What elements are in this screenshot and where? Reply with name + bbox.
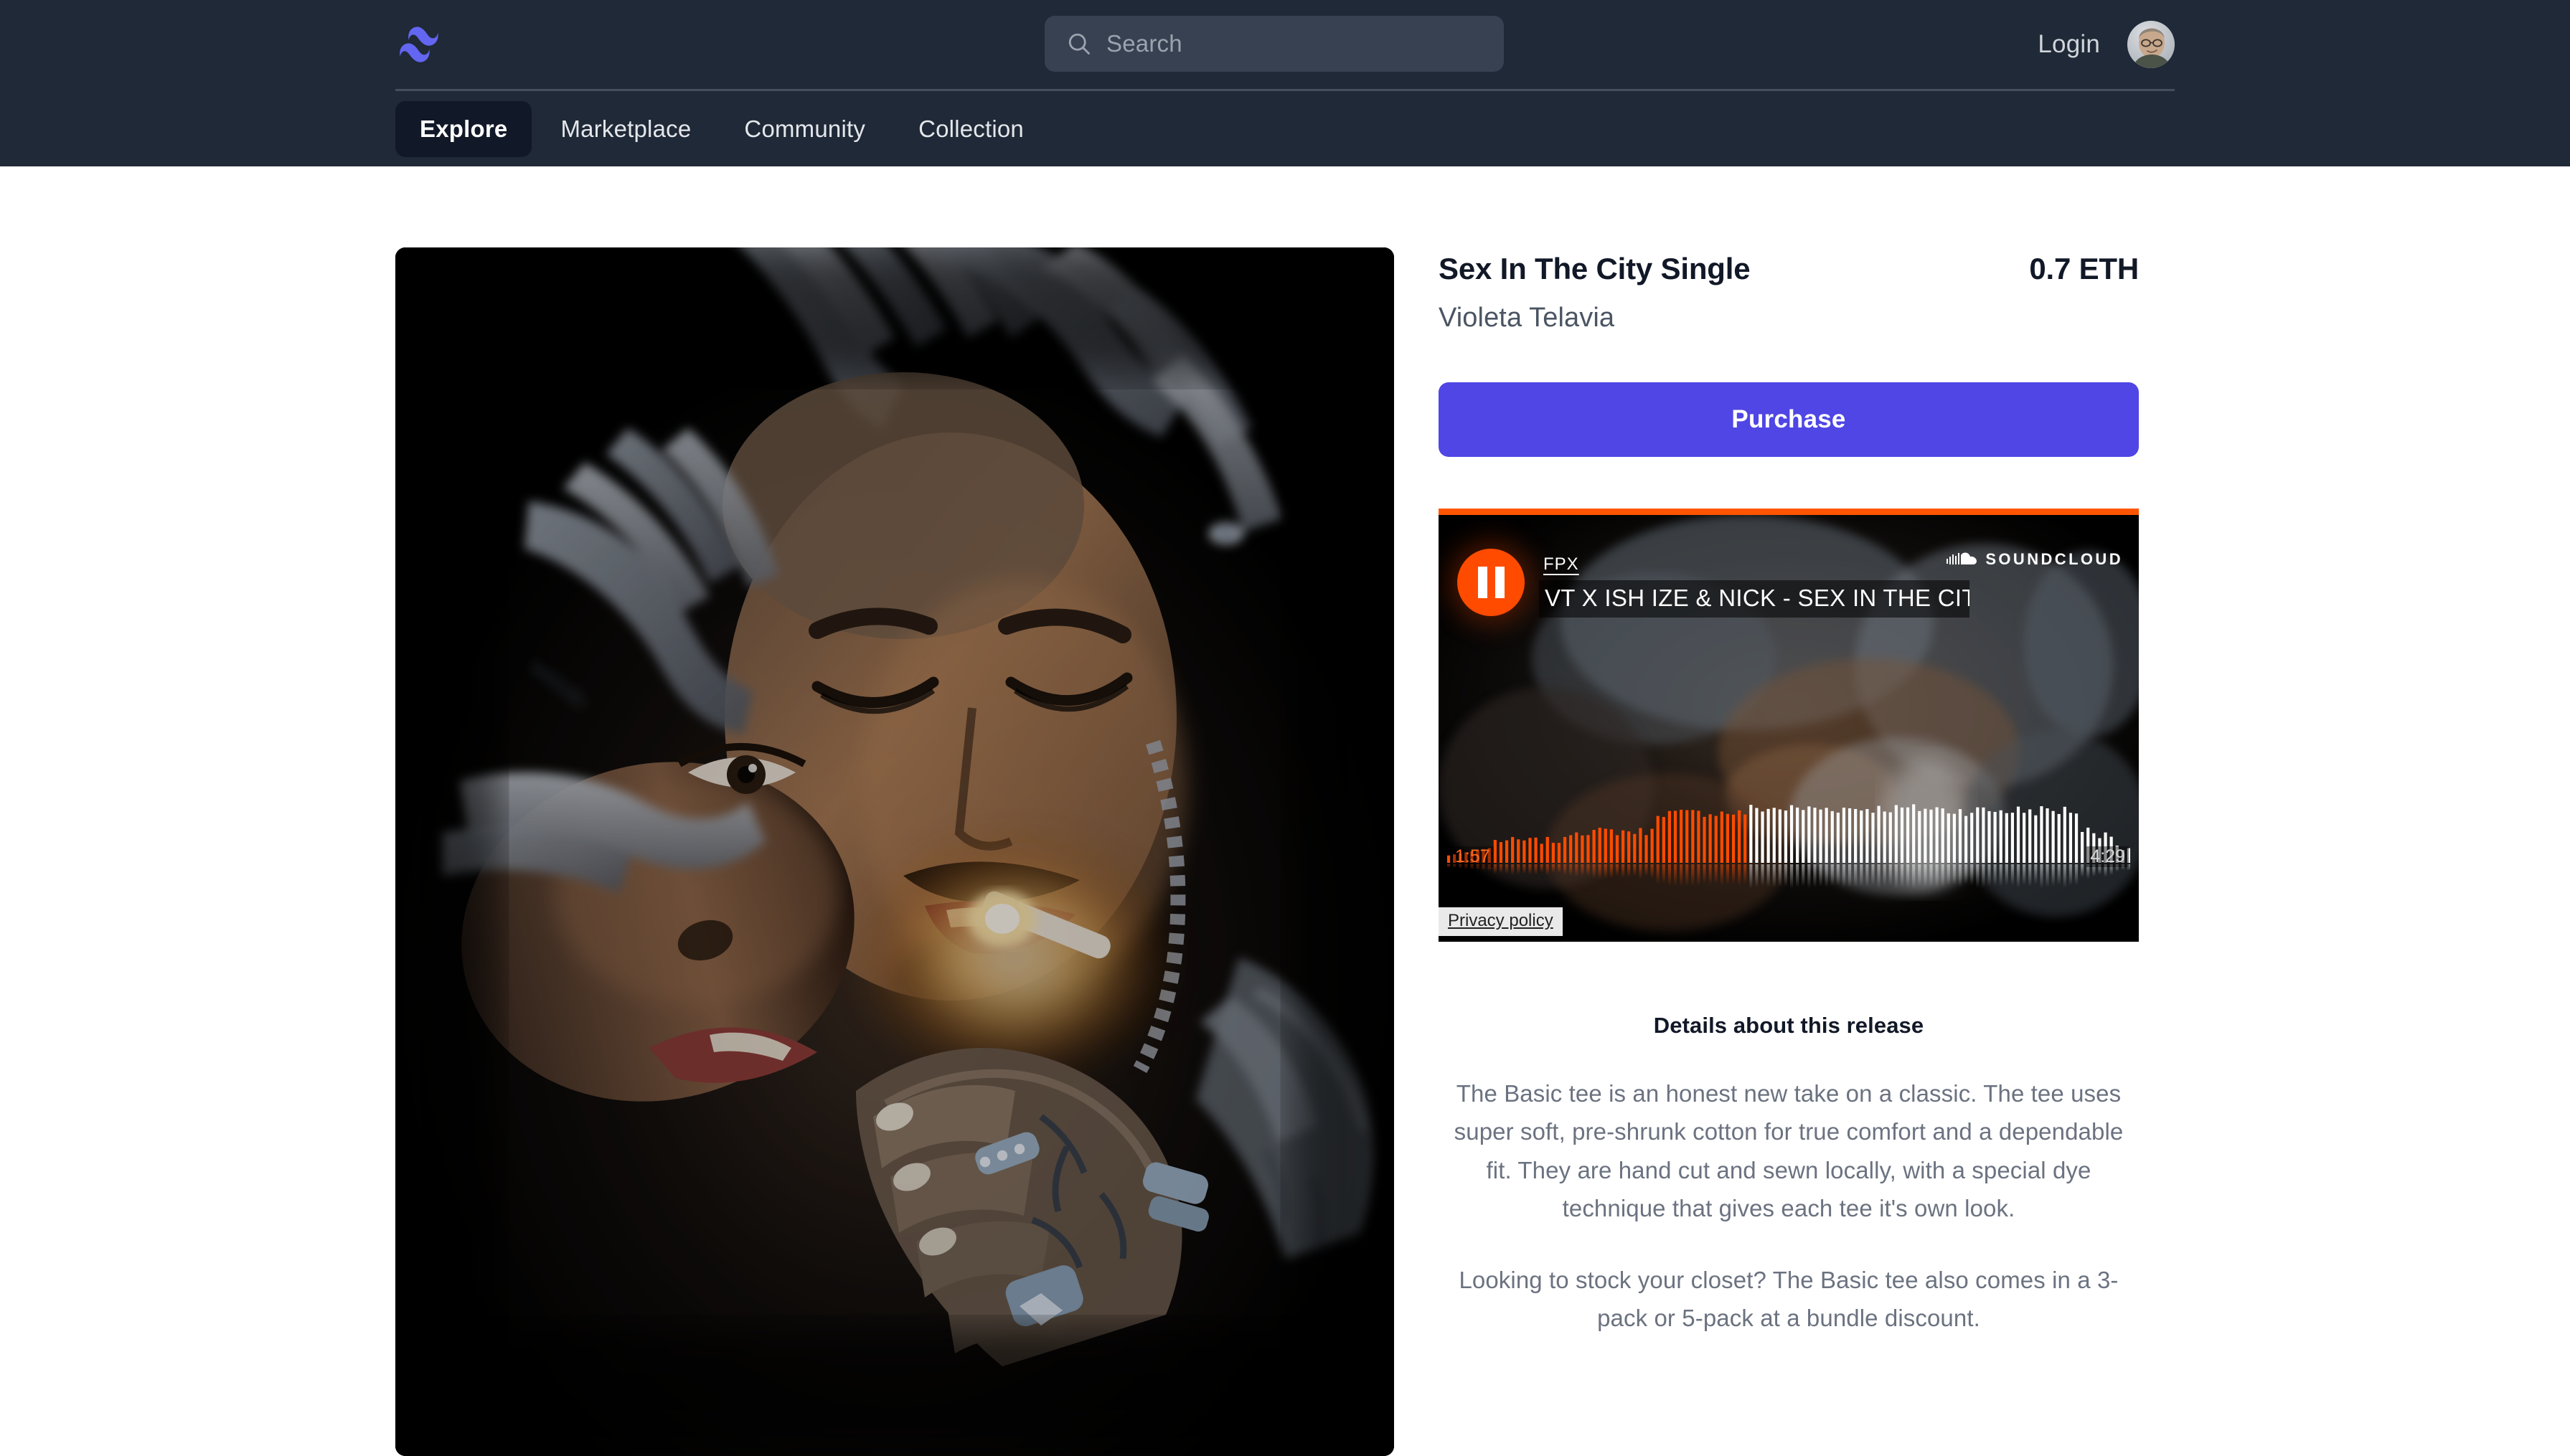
page-title: Sex In The City Single: [1439, 252, 1751, 285]
player-waveform[interactable]: [1446, 801, 2132, 893]
player-current-time: 1:57: [1451, 846, 1494, 867]
search-box[interactable]: [1045, 16, 1504, 72]
site-header: Login: [0, 0, 2570, 166]
detail-column: Sex In The City Single 0.7 ETH Violeta T…: [1439, 247, 2139, 1338]
player-pause-button[interactable]: [1457, 549, 1525, 616]
avatar-image: [2127, 21, 2175, 68]
artwork-image: weirdo: [395, 247, 1394, 1456]
price-label: 0.7 ETH: [2029, 252, 2139, 285]
header-actions: Login: [2038, 0, 2175, 89]
nav-item-collection[interactable]: Collection: [894, 101, 1048, 157]
title-row: Sex In The City Single 0.7 ETH: [1439, 252, 2139, 286]
nav-item-explore[interactable]: Explore: [395, 101, 532, 157]
search-input[interactable]: [1106, 30, 1482, 57]
player-artist-link[interactable]: FPX: [1543, 554, 1579, 575]
avatar[interactable]: [2127, 21, 2175, 68]
soundcloud-player[interactable]: FPX VT X ISH IZE & NICK - SEX IN THE CIT…: [1439, 509, 2139, 942]
soundcloud-wordmark: SOUNDCLOUD: [1985, 550, 2123, 568]
artwork-column: weirdo: [395, 247, 1394, 1456]
soundcloud-branding[interactable]: SOUNDCLOUD: [1947, 550, 2123, 569]
player-track-title: VT X ISH IZE & NICK - SEX IN THE CITY (M…: [1539, 580, 1969, 618]
header-inner: Login: [395, 0, 2175, 166]
header-top-row: Login: [395, 0, 2175, 89]
pause-icon-bar-left: [1477, 567, 1487, 598]
pause-icon-bar-right: [1495, 567, 1505, 598]
header-divider: [395, 89, 2175, 91]
artist-name: Violeta Telavia: [1439, 303, 1615, 333]
primary-nav: Explore Marketplace Community Collection: [395, 89, 2175, 166]
search-icon: [1068, 33, 1090, 55]
product-detail-page: weirdo Sex In The City Single 0.7 ETH Vi…: [395, 166, 2175, 1456]
privacy-policy-link[interactable]: Privacy policy: [1439, 907, 1563, 936]
details-paragraph-2: Looking to stock your closet? The Basic …: [1459, 1266, 2119, 1332]
details-section: Details about this release The Basic tee…: [1439, 1013, 2139, 1338]
player-duration: 4:29: [2086, 846, 2129, 867]
nav-item-marketplace[interactable]: Marketplace: [536, 101, 715, 157]
player-accent-bar: [1439, 509, 2139, 515]
details-heading: Details about this release: [1653, 1013, 1924, 1038]
waveform-bars: [1446, 804, 2131, 889]
nav-item-community[interactable]: Community: [720, 101, 890, 157]
soundcloud-cloud-icon: [1947, 552, 1977, 564]
tailwind-wave-logo-icon: [400, 27, 438, 62]
details-paragraph-1: The Basic tee is an honest new take on a…: [1454, 1080, 2124, 1222]
login-link[interactable]: Login: [2038, 30, 2100, 59]
purchase-button[interactable]: Purchase: [1439, 382, 2139, 457]
product-artwork[interactable]: weirdo: [395, 247, 1394, 1456]
brand-logo-link[interactable]: [395, 26, 446, 63]
